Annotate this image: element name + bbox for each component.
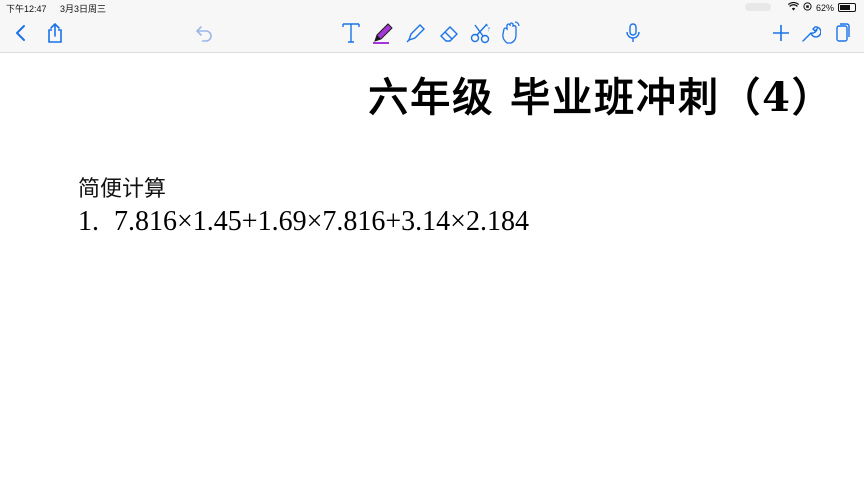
settings-wrench-icon[interactable]	[798, 20, 824, 46]
gesture-hand-icon[interactable]	[497, 20, 523, 46]
microphone-icon[interactable]	[620, 20, 646, 46]
battery-percent: 62%	[815, 2, 834, 13]
battery-icon	[838, 3, 856, 12]
status-right-group: 62%	[787, 1, 856, 13]
lasso-scissors-icon[interactable]	[468, 20, 494, 46]
back-icon[interactable]	[8, 20, 34, 46]
add-icon[interactable]	[768, 20, 794, 46]
document-page[interactable]: 六年级 毕业班冲刺（4） 简便计算 1. 7.816×1.45+1.69×7.81…	[0, 53, 864, 486]
problem-expression: 7.816×1.45+1.69×7.816+3.14×2.184	[114, 206, 529, 237]
share-icon[interactable]	[42, 20, 68, 46]
problem-line: 1. 7.816×1.45+1.69×7.816+3.14×2.184	[78, 206, 529, 238]
status-indicator-pill	[745, 3, 771, 11]
problem-number: 1.	[78, 206, 99, 237]
orientation-lock-icon	[803, 2, 812, 13]
text-tool-icon[interactable]	[338, 20, 364, 46]
wifi-icon	[787, 1, 800, 13]
section-label: 简便计算	[78, 177, 167, 202]
highlighter-icon[interactable]	[403, 20, 429, 46]
undo-icon[interactable]	[191, 20, 217, 46]
page-title: 六年级 毕业班冲刺（4）	[368, 74, 834, 121]
pages-icon[interactable]	[830, 20, 856, 46]
eraser-icon[interactable]	[436, 20, 462, 46]
pen-tool-icon[interactable]	[370, 20, 396, 46]
status-bar: 下午12:47 3月3日周三 62%	[0, 0, 864, 14]
toolbar	[0, 14, 864, 53]
